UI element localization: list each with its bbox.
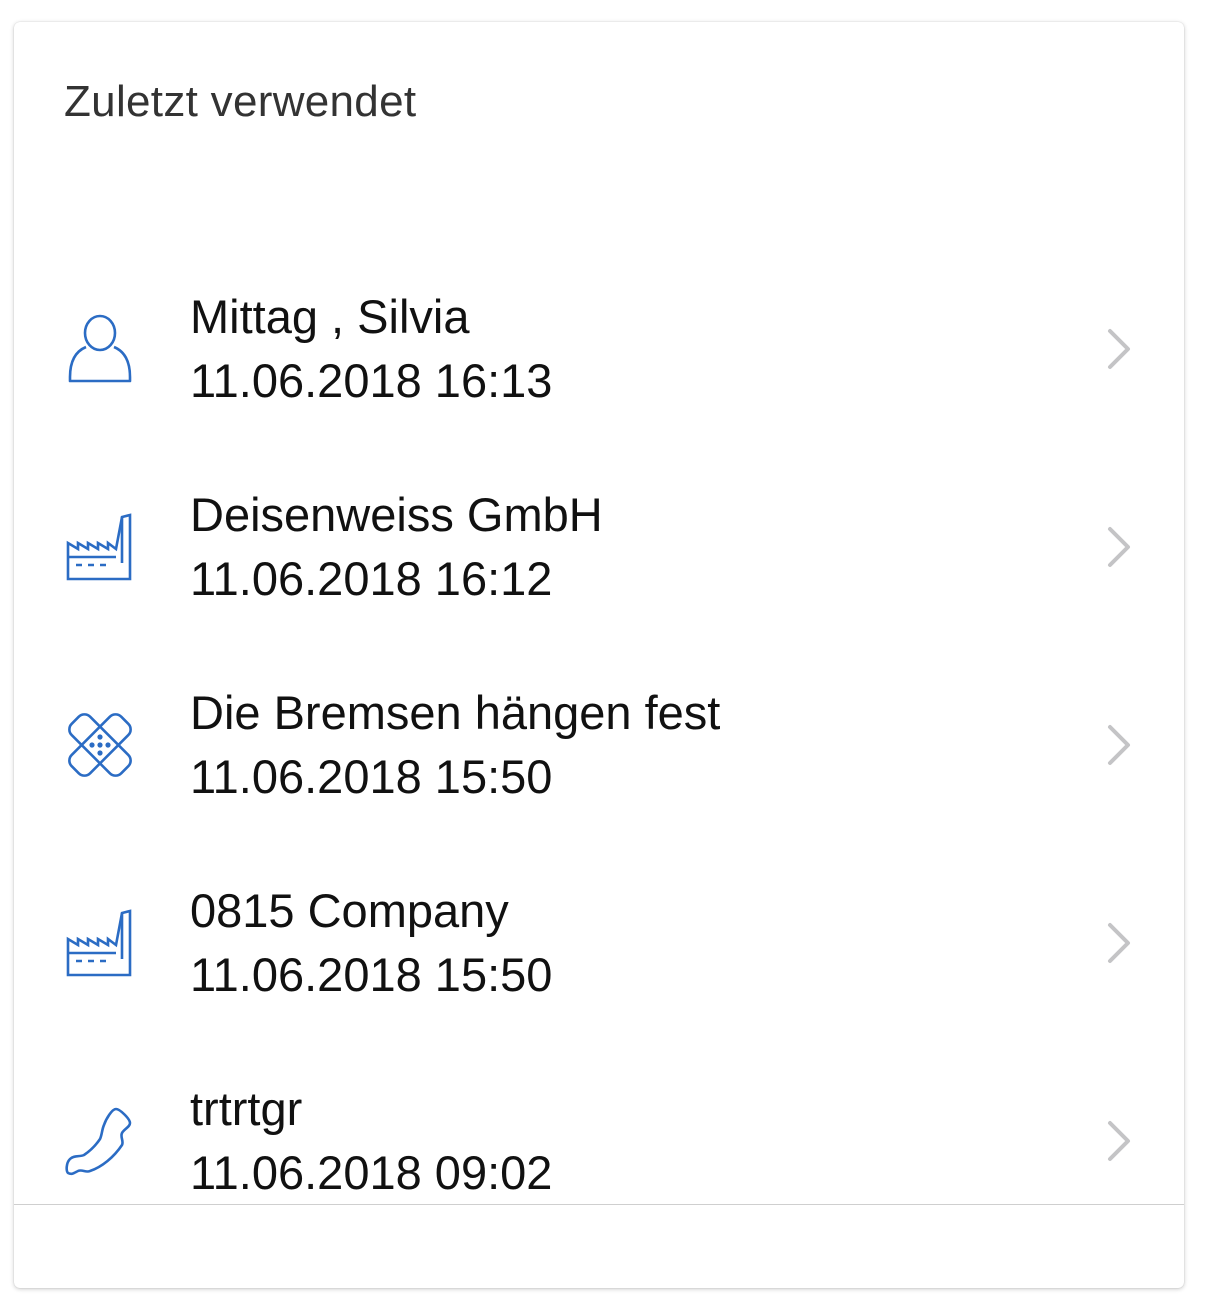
- list-item-date: 11.06.2018 15:50: [190, 948, 553, 1001]
- list-item-date: 11.06.2018 15:50: [190, 750, 553, 803]
- recent-items-list: Mittag , Silvia 11.06.2018 16:13 Deisenw…: [14, 250, 1184, 1240]
- list-divider: [14, 1204, 1184, 1205]
- list-item-call[interactable]: trtrtgr 11.06.2018 09:02: [14, 1042, 1184, 1240]
- list-item-title: Deisenweiss GmbH: [190, 488, 603, 541]
- list-item-title: trtrtgr: [190, 1082, 303, 1135]
- list-item-title: 0815 Company: [190, 884, 509, 937]
- factory-icon: [62, 905, 138, 981]
- factory-icon: [62, 509, 138, 585]
- list-item-company[interactable]: 0815 Company 11.06.2018 15:50: [14, 844, 1184, 1042]
- list-item-case[interactable]: Die Bremsen hängen fest 11.06.2018 15:50: [14, 646, 1184, 844]
- chevron-right-icon: [1108, 725, 1130, 765]
- person-icon: [62, 311, 138, 387]
- list-item-date: 11.06.2018 09:02: [190, 1146, 553, 1199]
- chevron-right-icon: [1108, 923, 1130, 963]
- list-item-date: 11.06.2018 16:13: [190, 354, 553, 407]
- list-item-company[interactable]: Deisenweiss GmbH 11.06.2018 16:12: [14, 448, 1184, 646]
- list-item-title: Die Bremsen hängen fest: [190, 686, 721, 739]
- list-item-date: 11.06.2018 16:12: [190, 552, 553, 605]
- chevron-right-icon: [1108, 527, 1130, 567]
- chevron-right-icon: [1108, 329, 1130, 369]
- list-item-title: Mittag , Silvia: [190, 290, 470, 343]
- chevron-right-icon: [1108, 1121, 1130, 1161]
- section-title: Zuletzt verwendet: [64, 77, 417, 126]
- recently-used-card: Zuletzt verwendet Mittag , Silvia 11.06.…: [14, 22, 1184, 1288]
- phone-icon: [62, 1103, 138, 1179]
- bandage-icon: [62, 707, 138, 783]
- list-item-contact[interactable]: Mittag , Silvia 11.06.2018 16:13: [14, 250, 1184, 448]
